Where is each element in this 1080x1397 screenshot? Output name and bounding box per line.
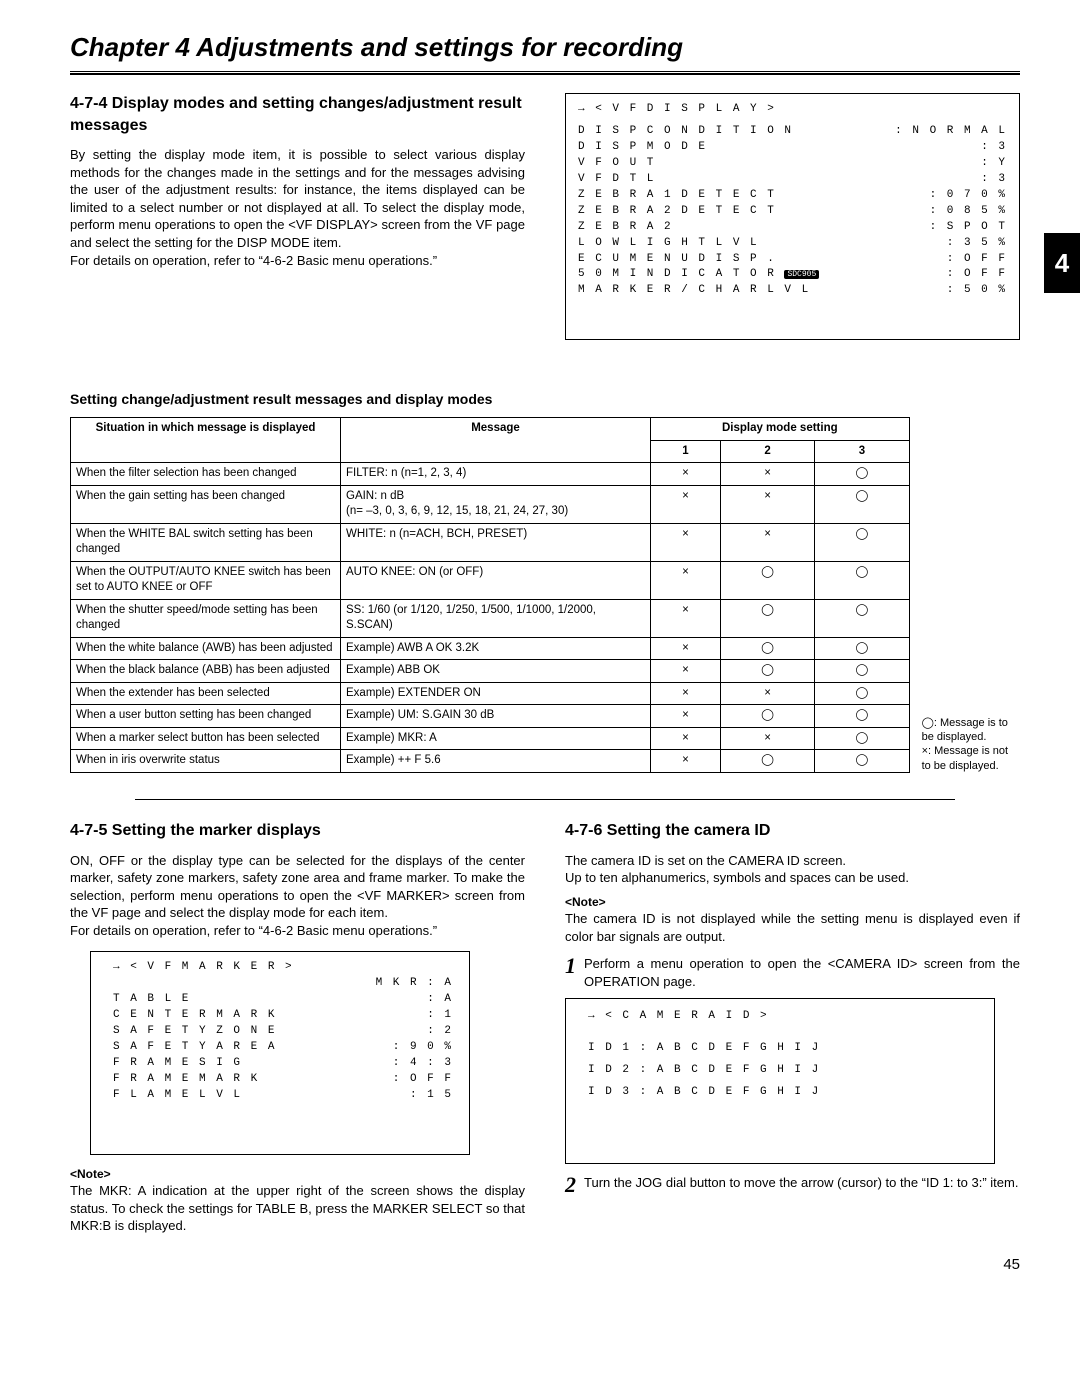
table-row: When the extender has been selectedExamp… xyxy=(71,682,910,705)
th-m1: 1 xyxy=(651,440,721,463)
note-label-475: <Note> xyxy=(70,1167,111,1181)
th-message: Message xyxy=(341,418,651,463)
screen-row: D I S P C O N D I T I O N: N O R M A L xyxy=(578,124,1007,140)
sec-474-p1: By setting the display mode item, it is … xyxy=(70,146,525,251)
screen-row: F L A M E L V L: 1 5 xyxy=(113,1088,453,1104)
screen-row: T A B L E: A xyxy=(113,992,453,1008)
screen-row: F R A M E M A R K: O F F xyxy=(113,1072,453,1088)
table-row: When the shutter speed/mode setting has … xyxy=(71,599,910,637)
screen-row: M A R K E R / C H A R L V L: 5 0 % xyxy=(578,283,1007,299)
screen-title: → < V F D I S P L A Y > xyxy=(578,102,1007,118)
table-row: When the gain setting has been changedGA… xyxy=(71,485,910,523)
camera-id-line: I D 3 : A B C D E F G H I J xyxy=(588,1081,978,1103)
section-separator xyxy=(135,799,955,800)
table-row: When the white balance (AWB) has been ad… xyxy=(71,637,910,660)
screen-row: C E N T E R M A R K: 1 xyxy=(113,1008,453,1024)
screen-row: E C U M E N U D I S P .: O F F xyxy=(578,252,1007,268)
sec-475-head: 4-7-5 Setting the marker displays xyxy=(70,820,525,842)
vf-marker-screen: → < V F M A R K E R > M K R : A T A B L … xyxy=(90,951,470,1154)
screen-row: Z E B R A 1 D E T E C T: 0 7 0 % xyxy=(578,188,1007,204)
table-row: When the WHITE BAL switch setting has be… xyxy=(71,523,910,561)
marker-topright: M K R : A xyxy=(113,976,453,992)
screen-row: Z E B R A 2: S P O T xyxy=(578,220,1007,236)
chapter-tab: 4 xyxy=(1044,233,1080,293)
table-row: When in iris overwrite statusExample) ++… xyxy=(71,750,910,773)
camid-screen-title: → < C A M E R A I D > xyxy=(588,1009,978,1025)
th-mode: Display mode setting xyxy=(651,418,910,441)
vf-display-screen: → < V F D I S P L A Y > D I S P C O N D … xyxy=(565,93,1020,340)
sec-476-p1: The camera ID is set on the CAMERA ID sc… xyxy=(565,852,1020,870)
th-situation: Situation in which message is displayed xyxy=(71,418,341,463)
chapter-title: Chapter 4 Adjustments and settings for r… xyxy=(70,30,1020,65)
screen-row: S A F E T Y Z O N E: 2 xyxy=(113,1024,453,1040)
camera-id-line: I D 1 : A B C D E F G H I J xyxy=(588,1037,978,1059)
screen-row: D I S P M O D E: 3 xyxy=(578,140,1007,156)
screen-row: 5 0 M I N D I C A T O R SDC905: O F F xyxy=(578,267,1007,283)
screen-row: V F O U T: Y xyxy=(578,156,1007,172)
step-1-num: 1 xyxy=(565,955,576,977)
screen-row: V F D T L: 3 xyxy=(578,172,1007,188)
note-label-476: <Note> xyxy=(565,895,606,909)
legend-o: ◯: Message is to be displayed. xyxy=(922,716,1020,745)
legend-x: ×: Message is not to be displayed. xyxy=(922,744,1020,773)
screen-row: L O W L I G H T L V L: 3 5 % xyxy=(578,236,1007,252)
screen-row: Z E B R A 2 D E T E C T: 0 8 5 % xyxy=(578,204,1007,220)
note-476: The camera ID is not displayed while the… xyxy=(565,910,1020,945)
screen-row: S A F E T Y A R E A: 9 0 % xyxy=(113,1040,453,1056)
table-title: Setting change/adjustment result message… xyxy=(70,390,1020,409)
camera-id-screen: → < C A M E R A I D > I D 1 : A B C D E … xyxy=(565,998,995,1164)
sec-476-p2: Up to ten alphanumerics, symbols and spa… xyxy=(565,869,1020,887)
page-number: 45 xyxy=(70,1255,1020,1275)
table-row: When the filter selection has been chang… xyxy=(71,463,910,486)
camera-id-line: I D 2 : A B C D E F G H I J xyxy=(588,1059,978,1081)
table-row: When the OUTPUT/AUTO KNEE switch has bee… xyxy=(71,561,910,599)
marker-screen-title: → < V F M A R K E R > xyxy=(113,960,294,976)
note-475: The MKR: A indication at the upper right… xyxy=(70,1182,525,1235)
sec-476-head: 4-7-6 Setting the camera ID xyxy=(565,820,1020,842)
table-row: When the black balance (ABB) has been ad… xyxy=(71,660,910,683)
screen-row: F R A M E S I G: 4 : 3 xyxy=(113,1056,453,1072)
table-row: When a marker select button has been sel… xyxy=(71,727,910,750)
sec-475-p2: For details on operation, refer to “4-6-… xyxy=(70,922,525,940)
step-1-text: Perform a menu operation to open the <CA… xyxy=(584,955,1020,990)
table-legend: ◯: Message is to be displayed. ×: Messag… xyxy=(914,716,1020,773)
th-m3: 3 xyxy=(815,440,909,463)
sec-475-p1: ON, OFF or the display type can be selec… xyxy=(70,852,525,922)
th-m2: 2 xyxy=(720,440,814,463)
title-rule xyxy=(70,71,1020,75)
step-2-text: Turn the JOG dial button to move the arr… xyxy=(584,1174,1018,1192)
step-2-num: 2 xyxy=(565,1174,576,1196)
sec-474-head: 4-7-4 Display modes and setting changes/… xyxy=(70,93,525,136)
sec-474-p2: For details on operation, refer to “4-6-… xyxy=(70,252,525,270)
message-table: Situation in which message is displayed … xyxy=(70,417,910,773)
table-row: When a user button setting has been chan… xyxy=(71,705,910,728)
